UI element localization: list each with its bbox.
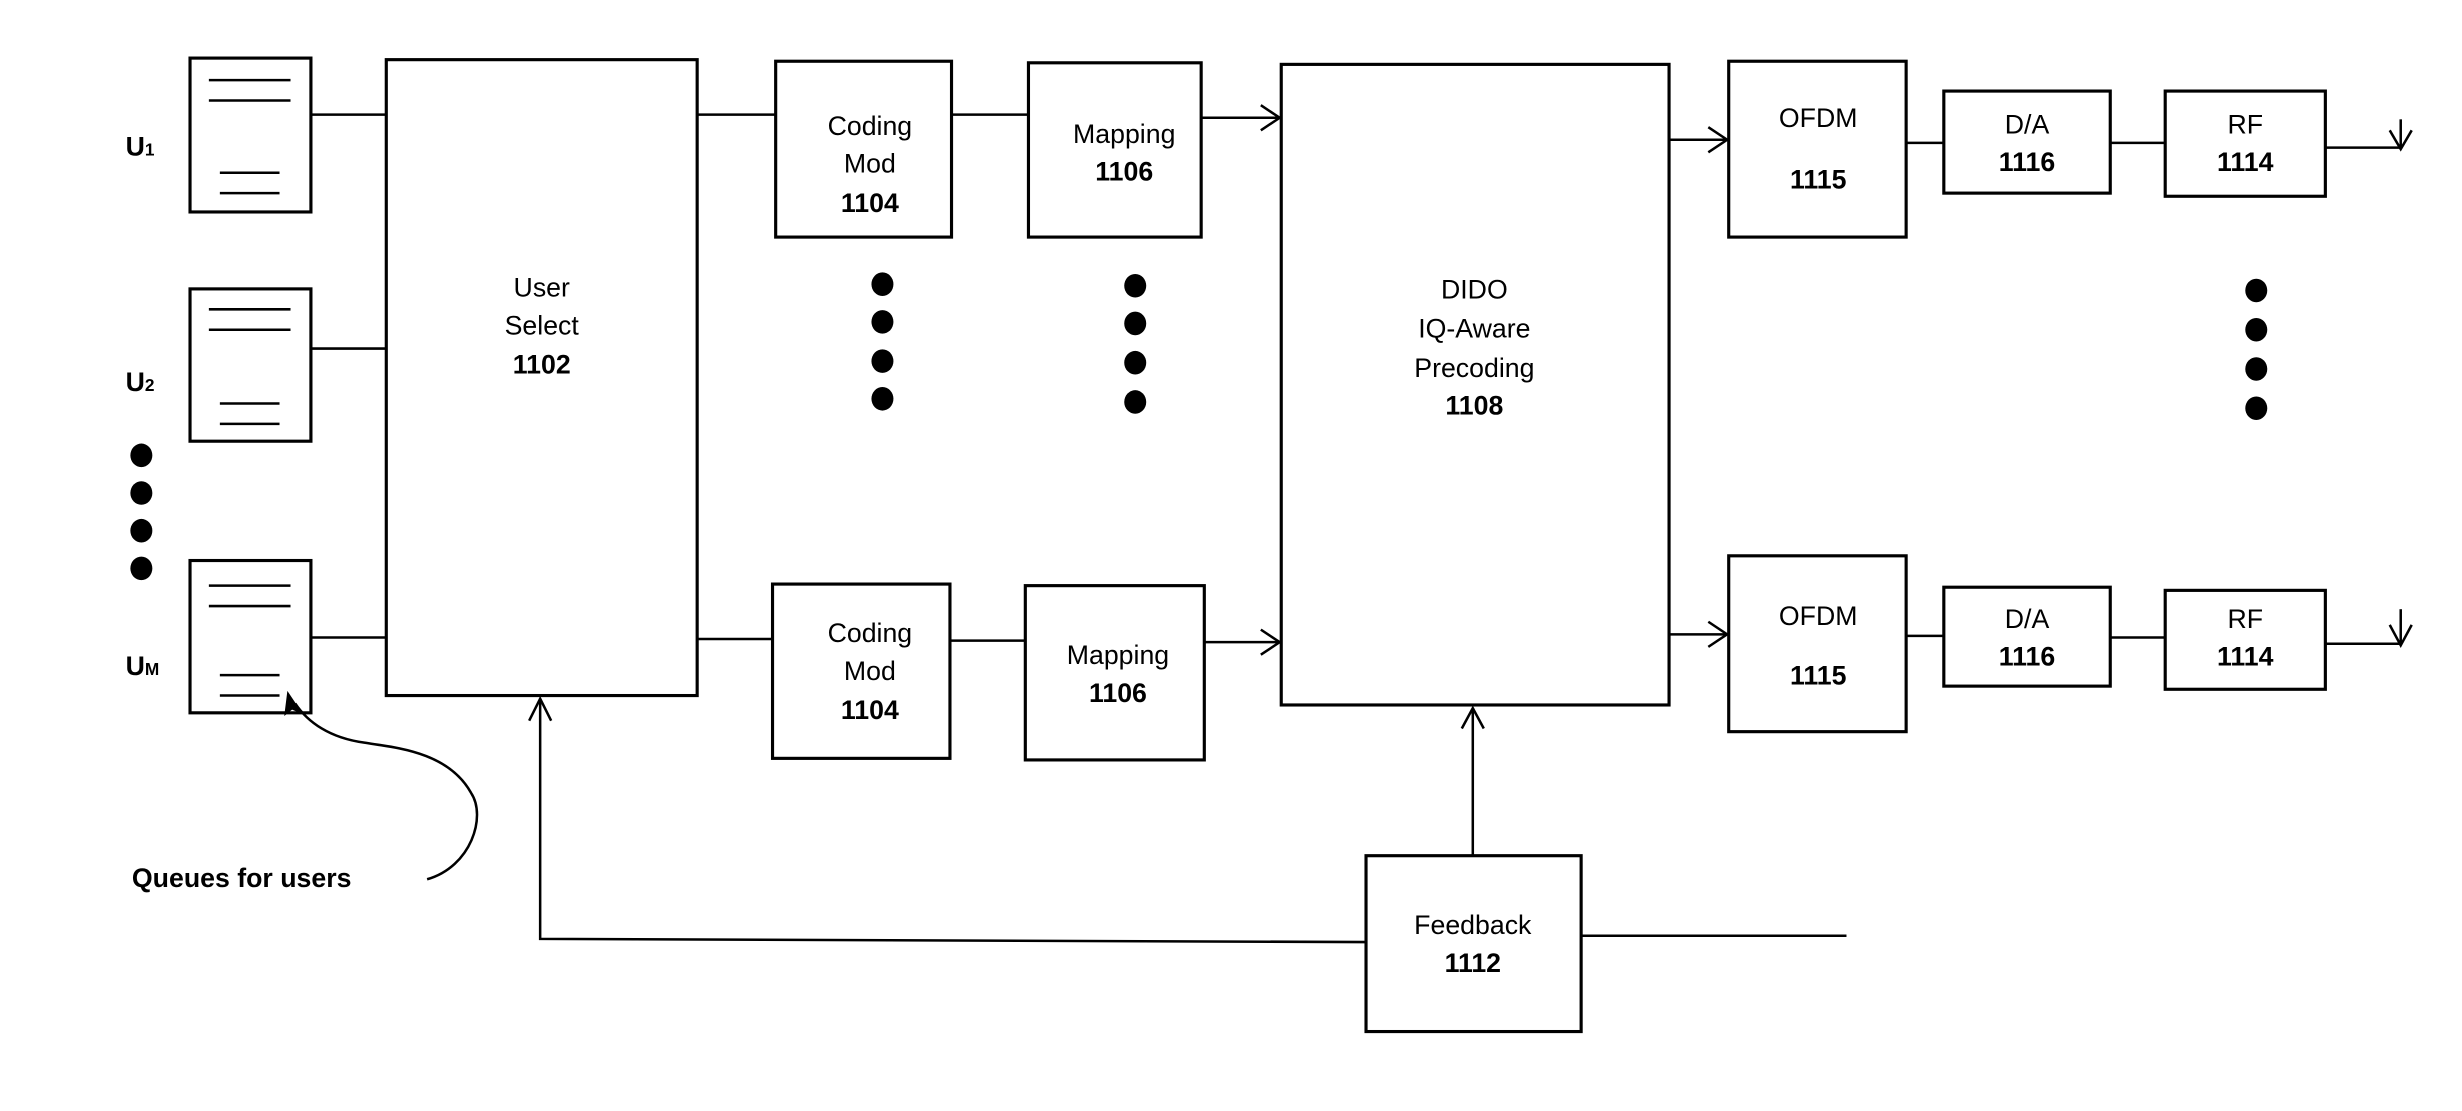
- ofdm-ref: 1115: [1790, 164, 1847, 194]
- arrow-right-icon: [1204, 628, 1282, 656]
- da-label: D/A: [2005, 109, 2050, 139]
- user-queue-1: [188, 56, 313, 214]
- dido-transmitter-block-diagram: U1 U2 UM Queues for users User Select 11…: [126, 56, 2413, 1034]
- rf-ref: 1114: [2217, 147, 2274, 177]
- ofdm-label: OFDM: [1779, 103, 1858, 133]
- mapping-block-top: Mapping 1106: [1026, 61, 1203, 239]
- precoding-ref: 1108: [1445, 391, 1503, 421]
- coding-mod-label-line1: Coding: [828, 618, 913, 648]
- mapping-ref: 1106: [1095, 157, 1153, 187]
- da-label: D/A: [2005, 604, 2050, 634]
- mapping-label: Mapping: [1067, 640, 1169, 670]
- vertical-dots-icon: [871, 272, 894, 411]
- ofdm-ref: 1115: [1790, 661, 1847, 691]
- mapping-block-bottom: Mapping 1106: [1023, 584, 1206, 762]
- coding-mod-ref: 1104: [841, 695, 899, 725]
- precoding-label-line1: DIDO: [1441, 274, 1508, 304]
- arrow-right-icon: [1201, 104, 1282, 132]
- da-ref: 1116: [1999, 642, 2055, 672]
- vertical-dots-icon: [130, 443, 153, 581]
- arrow-right-icon: [1669, 126, 1730, 154]
- feedback-block: Feedback 1112: [1364, 854, 1583, 1034]
- rf-label: RF: [2227, 109, 2263, 139]
- arrow-right-icon: [1669, 620, 1730, 648]
- da-ref: 1116: [1999, 147, 2055, 177]
- rf-block-top: RF 1114: [2163, 89, 2327, 198]
- user-select-label-line1: User: [514, 273, 570, 303]
- vertical-dots-icon: [2245, 278, 2268, 421]
- rf-ref: 1114: [2217, 642, 2274, 672]
- da-block-top: D/A 1116: [1942, 89, 2112, 195]
- queues-annotation: Queues for users: [132, 690, 479, 893]
- feedback-label: Feedback: [1414, 910, 1532, 940]
- mapping-label: Mapping: [1073, 119, 1175, 149]
- antenna-icon: [2325, 609, 2413, 648]
- coding-mod-label-line2: Mod: [844, 656, 896, 686]
- mapping-ref: 1106: [1089, 678, 1147, 708]
- user-label-2: U2: [126, 367, 155, 397]
- coding-mod-block-bottom: Coding Mod 1104: [770, 582, 952, 760]
- antenna-icon: [2325, 119, 2413, 152]
- user-select-block: User Select 1102: [384, 58, 699, 698]
- precoding-label-line2: IQ-Aware: [1418, 314, 1530, 344]
- rf-label: RF: [2227, 604, 2263, 634]
- da-block-bottom: D/A 1116: [1942, 585, 2112, 688]
- arrow-up-icon: [1460, 705, 1485, 856]
- ofdm-block-top: OFDM 1115: [1727, 59, 1908, 239]
- user-label-m: UM: [126, 651, 160, 681]
- rf-block-bottom: RF 1114: [2163, 588, 2327, 691]
- user-queue-m: [188, 558, 313, 715]
- ofdm-block-bottom: OFDM 1115: [1727, 554, 1908, 734]
- coding-mod-label-line1: Coding: [828, 111, 913, 141]
- coding-mod-block-top: Coding Mod 1104: [774, 59, 954, 239]
- coding-mod-ref: 1104: [841, 188, 899, 218]
- queues-annotation-label: Queues for users: [132, 863, 352, 893]
- vertical-dots-icon: [1124, 273, 1147, 414]
- user-select-label-line2: Select: [505, 310, 580, 340]
- coding-mod-label-line2: Mod: [844, 149, 896, 179]
- user-queue-2: [188, 287, 313, 443]
- ofdm-label: OFDM: [1779, 601, 1858, 631]
- feedback-ref: 1112: [1445, 948, 1501, 978]
- user-label-1: U1: [126, 131, 155, 161]
- precoding-label-line3: Precoding: [1414, 353, 1534, 383]
- dido-precoding-block: DIDO IQ-Aware Precoding 1108: [1279, 62, 1671, 707]
- user-select-ref: 1102: [513, 350, 571, 380]
